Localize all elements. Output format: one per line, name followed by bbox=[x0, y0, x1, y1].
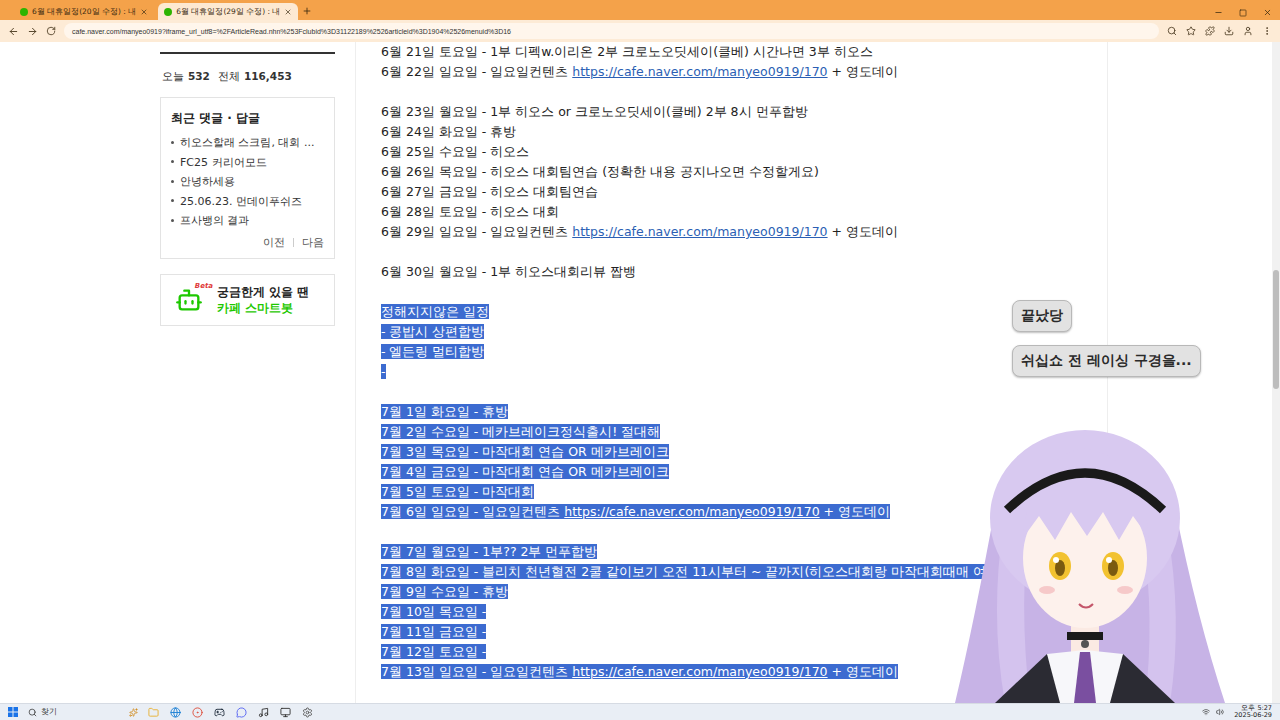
system-tray bbox=[1202, 708, 1224, 716]
bookmark-icon[interactable] bbox=[1186, 26, 1196, 36]
recent-item[interactable]: FC25 커리어모드 bbox=[171, 153, 324, 173]
forward-icon[interactable] bbox=[27, 26, 38, 37]
edge-icon[interactable] bbox=[170, 707, 181, 718]
schedule-line: 6월 24일 화요일 - 휴방 bbox=[381, 122, 1107, 142]
address-bar[interactable]: cafe.naver.com/manyeo0919?iframe_url_utf… bbox=[64, 23, 1159, 39]
obs-icon[interactable] bbox=[280, 707, 291, 718]
profile-icon[interactable] bbox=[1243, 26, 1253, 36]
schedule-line: 정해지지않은 일정 bbox=[381, 302, 1107, 322]
download-icon[interactable] bbox=[1224, 26, 1234, 36]
schedule-line: 7월 2일 수요일 - 메카브레이크정식출시! 절대해 bbox=[381, 422, 1107, 442]
browser-tab[interactable]: 6월 대휴일정(29일 수정) : 내 bbox=[158, 3, 298, 20]
schedule-line: 7월 1일 화요일 - 휴방 bbox=[381, 402, 1107, 422]
settings-icon[interactable] bbox=[302, 707, 313, 718]
content-link[interactable]: https://cafe.naver.com/manyeo0919/170 bbox=[564, 504, 819, 519]
recent-item[interactable]: 프사뱅의 결과 bbox=[171, 211, 324, 231]
schedule-line: 7월 4일 금요일 - 마작대회 연습 OR 메카브레이크 bbox=[381, 462, 1107, 482]
schedule-line: 7월 3일 목요일 - 마작대회 연습 OR 메카브레이크 bbox=[381, 442, 1107, 462]
chat-overlay: 끝났당쉬십쇼 전 레이싱 구경을... bbox=[1012, 300, 1201, 377]
schedule-line: 6월 26일 목요일 - 히오스 대회팀연습 (정확한 내용 공지나오면 수정할… bbox=[381, 162, 1107, 182]
schedule-line: - 콩밥시 상편합방 bbox=[381, 322, 1107, 342]
taskbar-search[interactable]: 찾기 bbox=[28, 707, 138, 717]
window-controls bbox=[1214, 8, 1280, 20]
cafe-icon bbox=[20, 8, 28, 16]
content-link[interactable]: https://cafe.naver.com/manyeo0919/170 bbox=[572, 224, 827, 239]
schedule-line: 6월 23일 월요일 - 1부 히오스 or 크로노오딧세이(클베) 2부 8시… bbox=[381, 102, 1107, 122]
volume-icon[interactable] bbox=[1216, 708, 1224, 716]
schedule-line: 6월 29일 일요일 - 일요일컨텐츠 https://cafe.naver.c… bbox=[381, 222, 1107, 242]
scroll-thumb[interactable] bbox=[1273, 270, 1279, 389]
pager: 이전 다음 bbox=[171, 235, 324, 250]
robot-icon bbox=[175, 286, 203, 314]
cafe-icon bbox=[164, 8, 172, 16]
menu-icon[interactable] bbox=[1262, 26, 1272, 36]
extensions-icon[interactable] bbox=[1205, 26, 1215, 36]
schedule-line: 6월 28일 토요일 - 히오스 대회 bbox=[381, 202, 1107, 222]
maximize-icon[interactable] bbox=[1239, 9, 1247, 17]
schedule-line: 6월 30일 월요일 - 1부 히오스대회리뷰 짭뱅 bbox=[381, 262, 1107, 282]
browser-tab[interactable]: 6월 대휴일정(20일 수정) : 내 bbox=[14, 3, 154, 20]
blank-line bbox=[381, 242, 1107, 262]
beta-badge: Beta bbox=[195, 282, 213, 290]
schedule-line: 6월 25일 수요일 - 히오스 bbox=[381, 142, 1107, 162]
tab-strip: 6월 대휴일정(20일 수정) : 내6월 대휴일정(29일 수정) : 내 bbox=[0, 0, 1280, 20]
folder-icon[interactable] bbox=[148, 707, 159, 718]
recent-item[interactable]: 히오스할래 스크림, 대회 ... bbox=[171, 133, 324, 153]
scrollbar[interactable] bbox=[1272, 42, 1280, 703]
content-link[interactable]: https://cafe.naver.com/manyeo0919/170 bbox=[572, 64, 827, 79]
schedule-line: 6월 22일 일요일 - 일요일컨텐츠 https://cafe.naver.c… bbox=[381, 62, 1107, 82]
taskbar: 찾기 오후 5:272025-06-29 bbox=[0, 703, 1280, 720]
recent-item[interactable]: 25.06.23. 먼데이푸쉬즈 bbox=[171, 192, 324, 212]
minimize-icon[interactable] bbox=[1214, 8, 1223, 17]
reload-icon[interactable] bbox=[46, 26, 56, 36]
schedule-line: - 엘든링 멀티합방 bbox=[381, 342, 1107, 362]
blank-line bbox=[381, 282, 1107, 302]
blank-line bbox=[381, 82, 1107, 102]
new-tab-icon[interactable] bbox=[302, 6, 312, 16]
prev-button[interactable]: 이전 bbox=[263, 235, 285, 250]
chat-bubble: 쉬십쇼 전 레이싱 구경을... bbox=[1012, 345, 1201, 377]
music-icon[interactable] bbox=[258, 707, 269, 718]
zoom-icon[interactable] bbox=[1167, 26, 1177, 36]
page-body: 오늘532전체116,453최근 댓글 · 답글히오스할래 스크림, 대회 ..… bbox=[0, 42, 1280, 703]
chrome-icon[interactable] bbox=[192, 707, 203, 718]
screen: 6월 대휴일정(20일 수정) : 내6월 대휴일정(29일 수정) : 내 ca… bbox=[0, 0, 1280, 720]
windows-icon[interactable] bbox=[8, 707, 18, 717]
recent-item[interactable]: 안녕하세용 bbox=[171, 172, 324, 192]
discord-icon[interactable] bbox=[236, 707, 247, 718]
schedule-line: - bbox=[381, 362, 1107, 382]
content-link[interactable]: https://cafe.naver.com/manyeo0919/170 bbox=[572, 664, 827, 679]
back-icon[interactable] bbox=[8, 26, 19, 37]
recent-title: 최근 댓글 · 답글 bbox=[171, 110, 324, 127]
wifi-icon[interactable] bbox=[1202, 708, 1210, 716]
browser-toolbar: cafe.naver.com/manyeo0919?iframe_url_utf… bbox=[0, 20, 1280, 42]
vtuber-avatar-icon bbox=[935, 418, 1250, 703]
smart-bot-banner[interactable]: Beta궁금한게 있을 땐카페 스마트봇 bbox=[160, 274, 335, 326]
close-icon[interactable] bbox=[284, 8, 292, 16]
search-icon bbox=[28, 708, 37, 717]
schedule-line: 6월 21일 토요일 - 1부 디펙w.이리온 2부 크로노오딧세이(클베) 시… bbox=[381, 42, 1107, 62]
next-button[interactable]: 다음 bbox=[302, 235, 324, 250]
copilot-icon[interactable] bbox=[129, 708, 138, 717]
clock[interactable]: 오후 5:272025-06-29 bbox=[1234, 705, 1272, 720]
close-window-icon[interactable] bbox=[1263, 8, 1272, 17]
sidebar: 오늘532전체116,453최근 댓글 · 답글히오스할래 스크림, 대회 ..… bbox=[160, 42, 335, 703]
close-icon[interactable] bbox=[140, 8, 148, 16]
blank-line bbox=[381, 382, 1107, 402]
steam-icon[interactable] bbox=[214, 707, 225, 718]
chat-bubble: 끝났당 bbox=[1012, 300, 1072, 332]
recent-comments: 최근 댓글 · 답글히오스할래 스크림, 대회 ...FC25 커리어모드안녕하… bbox=[160, 97, 335, 259]
schedule-line: 6월 27일 금요일 - 히오스 대회팀연습 bbox=[381, 182, 1107, 202]
visitor-stats: 오늘532전체116,453 bbox=[160, 52, 335, 97]
